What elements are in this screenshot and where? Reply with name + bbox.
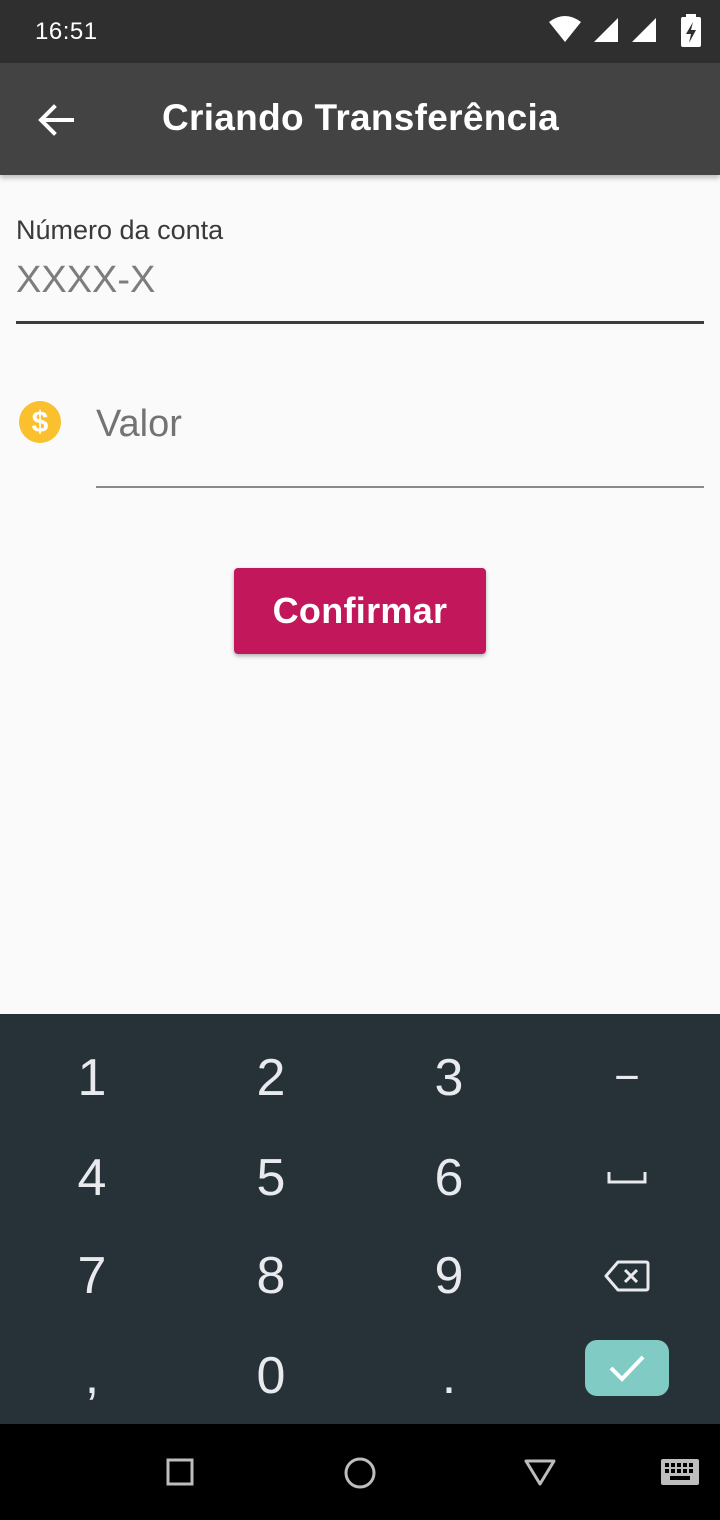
wifi-icon: [549, 16, 581, 42]
account-number-underline: [16, 321, 704, 324]
key-9[interactable]: 9: [359, 1226, 539, 1326]
enter-key[interactable]: [585, 1340, 669, 1396]
status-bar: 16:51: [0, 0, 720, 63]
space-key[interactable]: [537, 1128, 717, 1228]
key-4[interactable]: 4: [2, 1128, 182, 1228]
signal-icon: [594, 18, 618, 42]
account-number-label: Número da conta: [16, 215, 224, 245]
space-icon: [607, 1172, 647, 1184]
key-1[interactable]: 1: [2, 1028, 182, 1128]
key-8[interactable]: 8: [181, 1226, 361, 1326]
key-7[interactable]: 7: [2, 1226, 182, 1326]
value-underline: [96, 486, 704, 488]
key-comma[interactable]: ,: [2, 1326, 182, 1426]
account-number-input[interactable]: [16, 255, 704, 305]
back-nav-icon[interactable]: [524, 1458, 556, 1486]
confirm-button[interactable]: Confirmar: [234, 568, 486, 654]
battery-charging-icon: [681, 14, 701, 47]
signal-icon-2: [632, 18, 656, 42]
key-minus[interactable]: −: [537, 1028, 717, 1128]
key-6[interactable]: 6: [359, 1128, 539, 1228]
navigation-bar: [0, 1424, 720, 1520]
account-number-field[interactable]: Número da conta: [16, 205, 704, 325]
monetization-icon: $: [19, 401, 61, 443]
backspace-icon: [604, 1260, 650, 1292]
keyboard-switch-icon[interactable]: [660, 1458, 700, 1486]
app-bar: Criando Transferência: [0, 63, 720, 175]
key-2[interactable]: 2: [181, 1028, 361, 1128]
key-period[interactable]: .: [359, 1326, 539, 1426]
recents-icon[interactable]: [166, 1458, 194, 1486]
value-input[interactable]: [96, 398, 704, 450]
key-3[interactable]: 3: [359, 1028, 539, 1128]
svg-text:$: $: [32, 406, 49, 439]
numeric-keyboard: 1 2 3 − 4 5 6 7 8 9 , 0 .: [0, 1014, 720, 1424]
home-icon[interactable]: [343, 1456, 377, 1490]
page-title: Criando Transferência: [162, 97, 559, 138]
key-5[interactable]: 5: [181, 1128, 361, 1228]
check-icon: [609, 1355, 645, 1382]
key-0[interactable]: 0: [181, 1326, 361, 1426]
arrow-left-icon[interactable]: [34, 98, 78, 142]
status-time: 16:51: [35, 18, 98, 45]
backspace-key[interactable]: [537, 1226, 717, 1326]
